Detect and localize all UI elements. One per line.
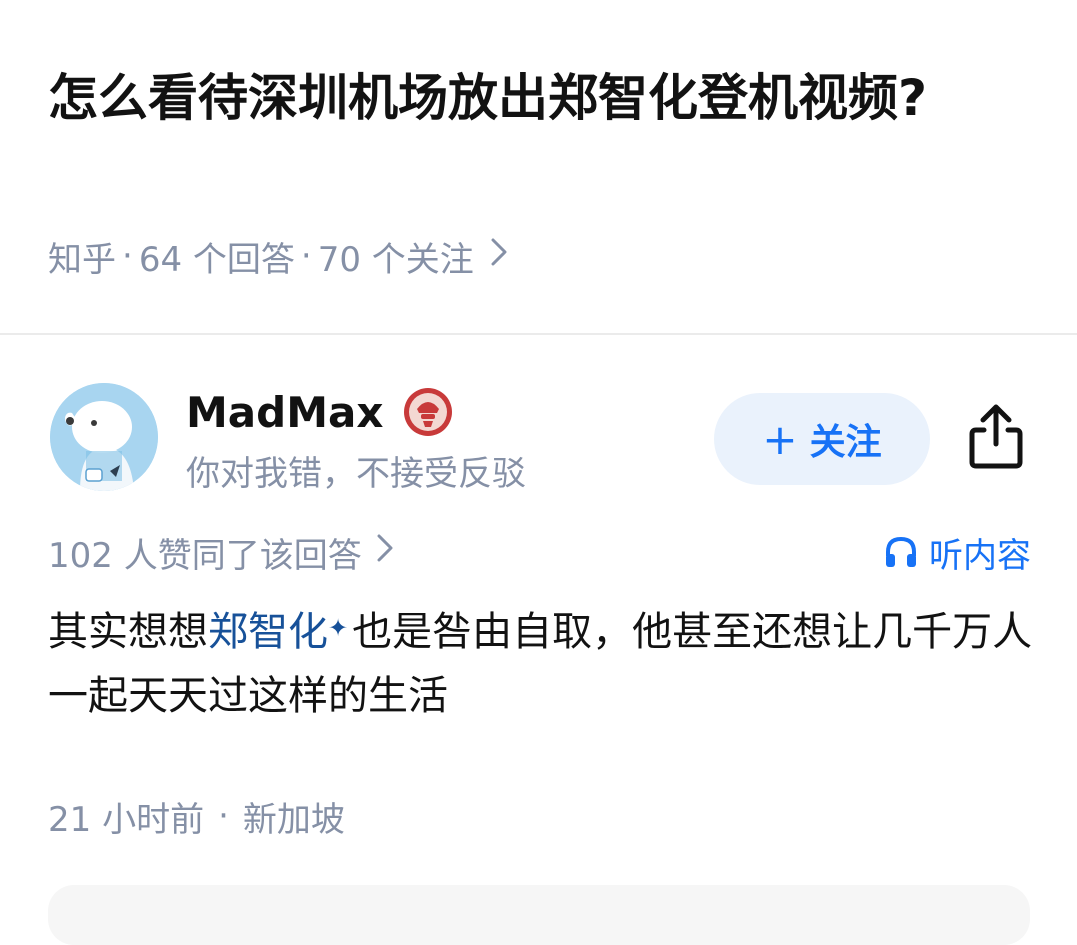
answer-text-before: 其实想想: [48, 609, 208, 655]
share-icon[interactable]: [966, 402, 1026, 470]
answer-time: 21 小时前: [48, 799, 205, 840]
keyword-link[interactable]: 郑智化: [208, 609, 328, 655]
question-meta[interactable]: 知乎 · 64 个回答 · 70 个关注: [48, 232, 508, 280]
question-title[interactable]: 怎么看待深圳机场放出郑智化登机视频?: [48, 58, 1008, 138]
author-name-text: MadMax: [186, 387, 384, 437]
chevron-right-icon: [490, 236, 508, 276]
answers-count: 64 个回答: [138, 239, 295, 280]
listen-label: 听内容: [929, 535, 1031, 576]
answer-content: 其实想想郑智化✦ 也是咎由自取，他甚至还想让几千万人一起天天过这样的生活: [48, 600, 1038, 728]
followers-count: 70 个关注: [317, 239, 474, 280]
meta-separator: ·: [122, 236, 133, 276]
badge-icon: [403, 387, 453, 437]
upvote-text: 102 人赞同了该回答: [48, 535, 362, 576]
avatar[interactable]: [50, 383, 158, 491]
author-name[interactable]: MadMax: [186, 386, 453, 438]
plus-icon: +: [762, 414, 798, 464]
answer-location: 新加坡: [242, 799, 345, 840]
follow-label: 关注: [809, 422, 882, 463]
headphones-icon: [886, 536, 916, 567]
meta-separator: ·: [300, 236, 312, 276]
section-divider: [0, 333, 1077, 335]
meta-separator: ·: [218, 796, 229, 836]
sparkle-icon: ✦: [328, 614, 349, 642]
answer-meta: 21 小时前 · 新加坡: [48, 792, 345, 840]
question-source: 知乎: [48, 239, 116, 280]
follow-button[interactable]: + 关注: [714, 393, 930, 485]
comment-area[interactable]: [48, 885, 1030, 945]
listen-button[interactable]: 听内容: [883, 528, 1031, 576]
chevron-right-icon: [376, 532, 394, 572]
author-bio: 你对我错，不接受反驳: [186, 454, 526, 494]
upvote-summary[interactable]: 102 人赞同了该回答: [48, 528, 394, 576]
